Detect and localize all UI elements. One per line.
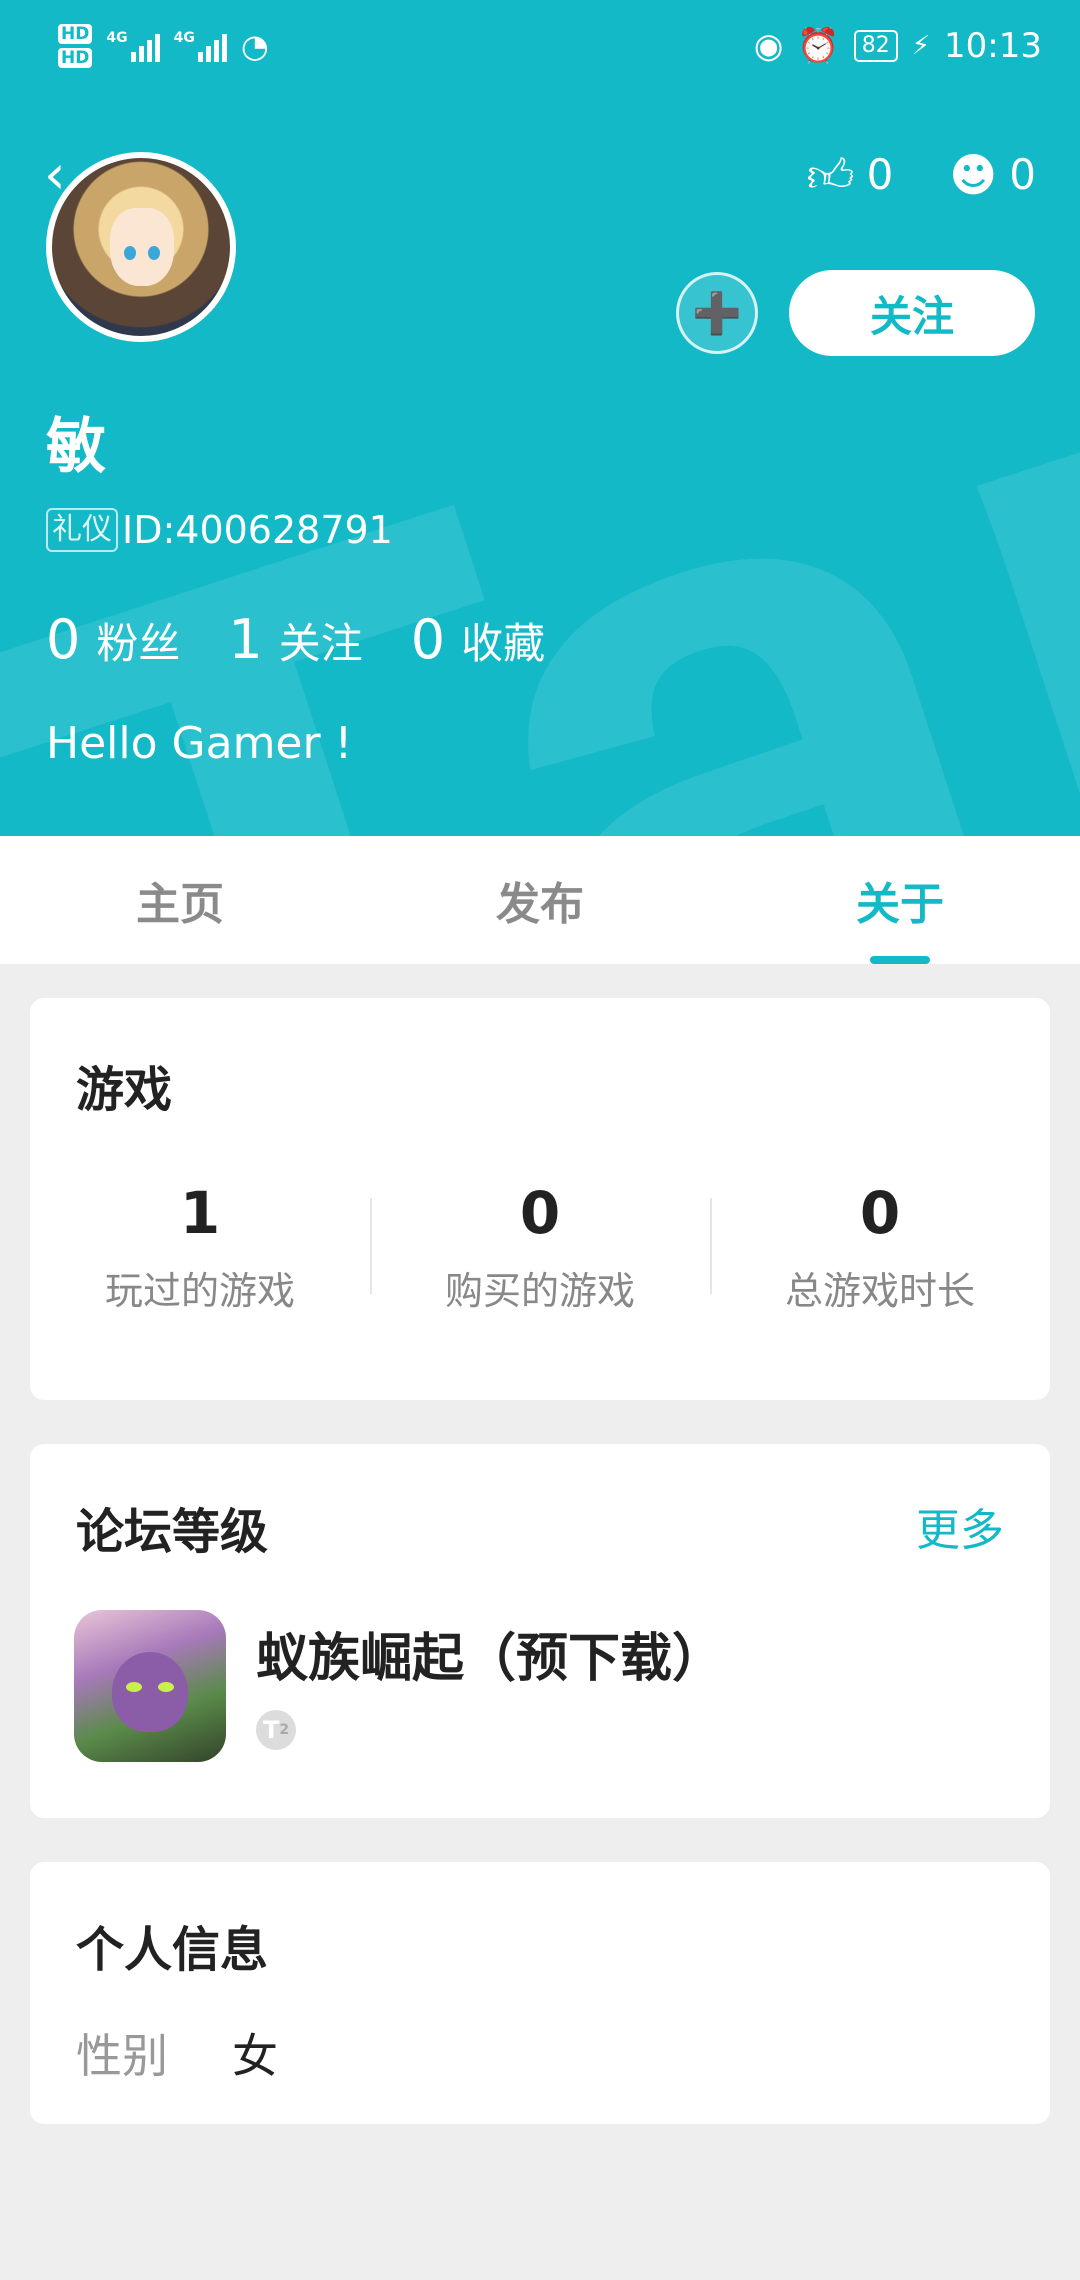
games-card: 游戏 1 玩过的游戏 0 购买的游戏 0 总游戏时长: [30, 998, 1050, 1400]
fans-count[interactable]: 0 粉丝: [46, 608, 180, 671]
tab-posts[interactable]: 发布: [360, 836, 720, 964]
tab-about[interactable]: 关于: [720, 836, 1080, 964]
divider: [710, 1198, 712, 1294]
purchased-games-stat[interactable]: 0 购买的游戏: [370, 1178, 710, 1315]
hd-icon-sim1: HD: [58, 24, 93, 44]
personal-info-card: 个人信息 性别 女: [30, 1862, 1050, 2124]
wifi-icon: ◔: [240, 27, 269, 65]
hd-icon-sim2: HD: [58, 48, 93, 68]
games-stats: 1 玩过的游戏 0 购买的游戏 0 总游戏时长: [30, 1178, 1050, 1315]
top-stats: 👍︎ 0 ☻ 0: [806, 150, 1036, 199]
profile-tabs: 主页 发布 关于: [0, 836, 1080, 964]
forum-level-card: 论坛等级 更多 蚁族崛起（预下载） T2: [30, 1444, 1050, 1818]
likes-stat[interactable]: 👍︎ 0: [806, 150, 893, 199]
status-right: ◉ ⏰ 82 ⚡ 10:13: [754, 26, 1042, 66]
gender-row: 性别 女: [76, 2020, 278, 2086]
clock: 10:13: [944, 26, 1042, 66]
active-tab-indicator: [870, 956, 930, 964]
forum-level-badge: T2: [256, 1710, 296, 1750]
add-friend-button[interactable]: ➕: [676, 272, 758, 354]
forum-level-title: 论坛等级: [76, 1504, 269, 1560]
gender-value: 女: [232, 2029, 278, 2083]
profile-header: TapTap HD HD 4G 4G ◔ ◉ ⏰ 82 ⚡ 10:13 ‹: [0, 0, 1080, 836]
likes-count: 0: [866, 150, 894, 199]
status-left: HD HD 4G 4G ◔: [58, 24, 269, 68]
battery-icon: 82: [853, 30, 898, 62]
add-user-icon: ➕: [692, 290, 742, 337]
eye-icon: ◉: [753, 26, 784, 66]
divider: [370, 1198, 372, 1294]
reactions-stat[interactable]: ☻ 0: [949, 150, 1036, 199]
follow-counts: 0 粉丝 1 关注 0 收藏: [46, 608, 545, 671]
user-bio: Hello Gamer !: [46, 718, 353, 769]
background-watermark: TapTap: [0, 0, 1080, 836]
reactions-count: 0: [1009, 150, 1036, 199]
id-row: 礼仪 ID:400628791: [46, 508, 393, 552]
user-id: ID:400628791: [122, 508, 393, 552]
games-title: 游戏: [76, 1062, 173, 1118]
hd-indicators: HD HD: [58, 24, 93, 68]
thumbs-up-icon: 👍︎: [806, 147, 855, 202]
forum-game-name[interactable]: 蚁族崛起（预下载）: [256, 1616, 724, 1691]
played-games-stat[interactable]: 1 玩过的游戏: [30, 1178, 370, 1315]
playtime-stat[interactable]: 0 总游戏时长: [710, 1178, 1050, 1315]
smiley-icon: ☻: [949, 147, 998, 202]
gender-label: 性别: [76, 2029, 168, 2083]
charging-icon: ⚡: [911, 31, 931, 61]
user-name: 敏: [46, 412, 106, 482]
etiquette-badge[interactable]: 礼仪: [46, 508, 118, 552]
game-thumbnail[interactable]: [74, 1610, 226, 1762]
status-bar: HD HD 4G 4G ◔ ◉ ⏰ 82 ⚡ 10:13: [0, 0, 1080, 92]
following-count[interactable]: 1 关注: [228, 608, 362, 671]
alarm-icon: ⏰: [797, 26, 840, 66]
signal-icon-sim2: 4G: [174, 30, 227, 62]
signal-icon-sim1: 4G: [106, 30, 160, 62]
follow-button[interactable]: 关注: [789, 270, 1035, 356]
personal-info-title: 个人信息: [76, 1922, 269, 1978]
chevron-left-icon: ‹: [44, 143, 66, 206]
back-button[interactable]: ‹: [44, 148, 84, 202]
tab-home[interactable]: 主页: [0, 836, 360, 964]
favorites-count[interactable]: 0 收藏: [411, 608, 545, 671]
more-link[interactable]: 更多: [916, 1494, 1004, 1558]
